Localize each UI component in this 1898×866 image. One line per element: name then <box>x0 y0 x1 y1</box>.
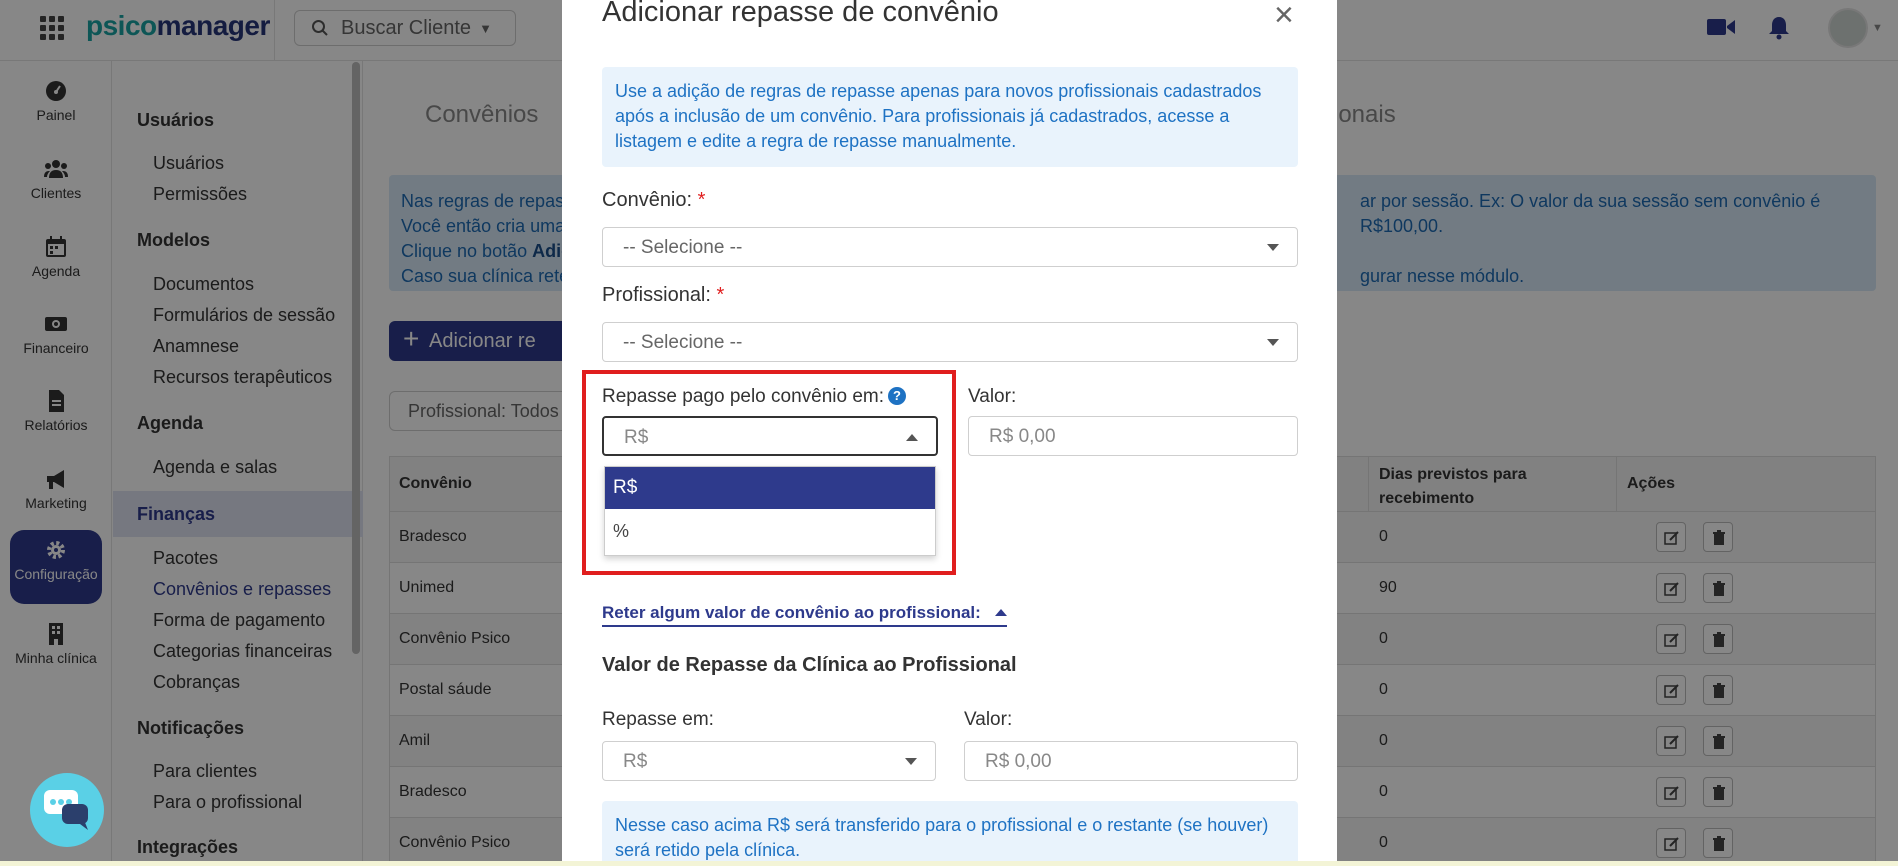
bottom-strip <box>0 861 1898 866</box>
convenio-select[interactable]: -- Selecione -- <box>602 227 1298 267</box>
reter-valor-toggle[interactable]: Reter algum valor de convênio ao profiss… <box>602 603 1007 627</box>
caret-up-icon <box>994 609 1007 616</box>
valor2-input[interactable]: R$ 0,00 <box>964 741 1298 781</box>
caret-down-icon <box>1267 244 1279 251</box>
chat-support-button[interactable] <box>30 773 104 847</box>
caret-down-icon <box>905 758 917 765</box>
highlight-box <box>582 370 956 575</box>
modal-title: Adicionar repasse de convênio <box>602 0 999 28</box>
valor2-label: Valor: <box>964 709 1013 730</box>
chat-icon <box>44 790 88 830</box>
close-icon[interactable]: × <box>1274 0 1294 32</box>
profissional-select[interactable]: -- Selecione -- <box>602 322 1298 362</box>
repasse-em-select[interactable]: R$ <box>602 741 936 781</box>
add-repasse-modal: Adicionar repasse de convênio × Use a ad… <box>562 0 1337 866</box>
section-title: Valor de Repasse da Clínica ao Profissio… <box>602 654 1017 676</box>
caret-down-icon <box>1267 339 1279 346</box>
valor-input[interactable]: R$ 0,00 <box>968 416 1298 456</box>
repasse-explanation-note: Nesse caso acima R$ será transferido par… <box>602 801 1298 866</box>
repasse-em-label: Repasse em: <box>602 709 714 730</box>
modal-info-note: Use a adição de regras de repasse apenas… <box>602 67 1298 167</box>
profissional-label: Profissional: * <box>602 284 725 306</box>
valor-label: Valor: <box>968 386 1017 407</box>
convenio-label: Convênio: * <box>602 189 706 211</box>
